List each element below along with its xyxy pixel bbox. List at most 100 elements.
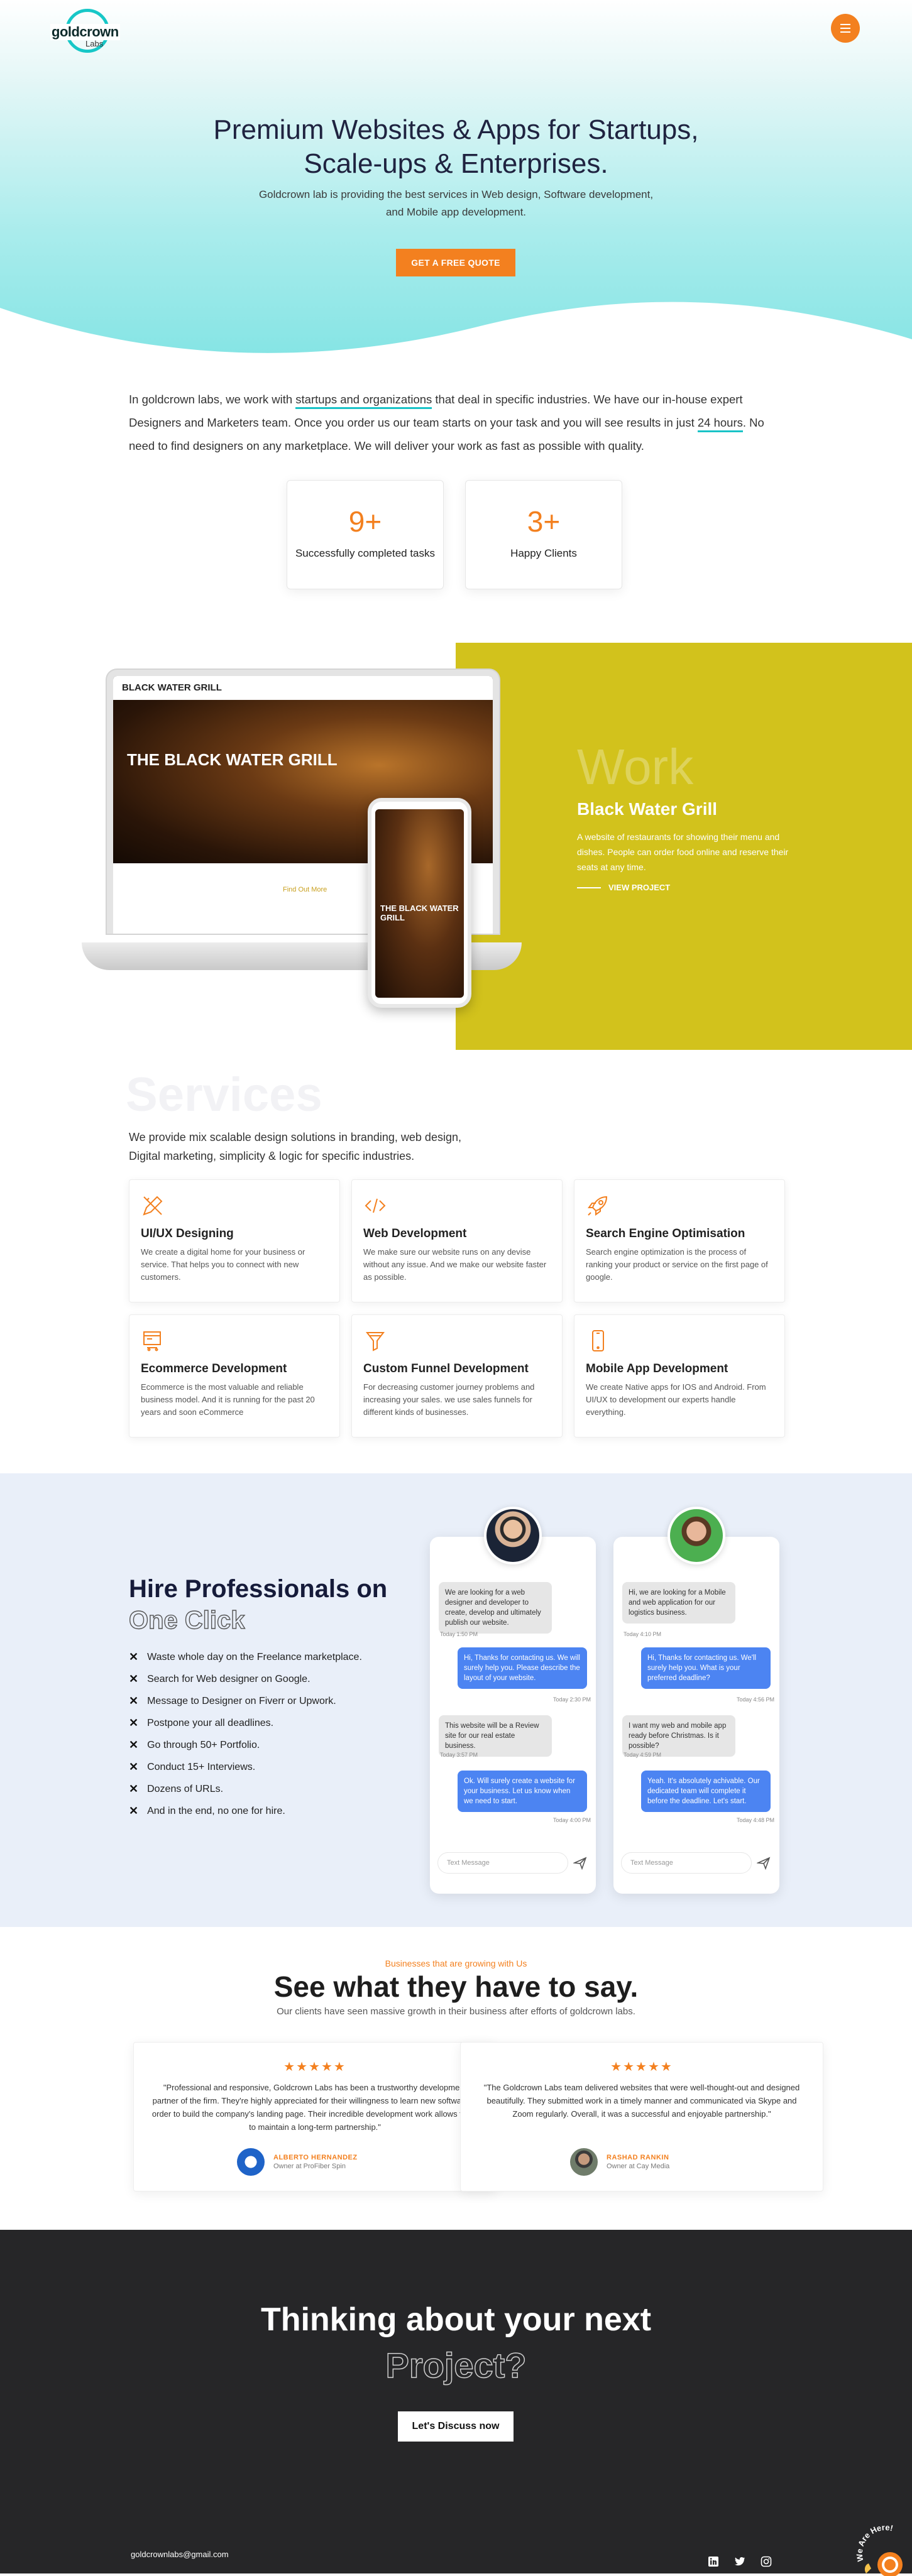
chat-timestamp: Today 4:48 PM — [737, 1817, 775, 1823]
footer-title: Thinking about your next — [260, 2301, 652, 2338]
testimonial-author: RASHAD RANKIN Owner at Cay Media — [570, 2148, 669, 2176]
chat-timestamp: Today 4:00 PM — [553, 1817, 591, 1823]
send-icon[interactable] — [573, 1856, 587, 1870]
message-input[interactable]: Text Message — [437, 1852, 568, 1874]
avatar — [484, 1507, 542, 1564]
stat-value: 3+ — [527, 505, 561, 538]
discuss-button[interactable]: Let's Discuss now — [398, 2411, 514, 2442]
testimonial-quote: "Professional and responsive, Goldcrown … — [151, 2083, 478, 2132]
footer-title-outline: Project? — [385, 2345, 527, 2386]
x-icon: ✕ — [129, 1738, 139, 1751]
instagram-icon[interactable] — [761, 2556, 772, 2567]
hero-wave-divider — [0, 302, 912, 377]
list-item-text: Search for Web designer on Google. — [147, 1673, 310, 1684]
mobile-icon — [592, 1330, 604, 1351]
view-project-link[interactable]: VIEW PROJECT — [577, 883, 670, 892]
chat-message-incoming: This website will be a Review site for o… — [439, 1715, 552, 1757]
list-item-text: Dozens of URLs. — [147, 1783, 224, 1794]
author-role: Owner at ProFiber Spin — [273, 2163, 346, 2170]
chat-window: Hi, we are looking for a Mobile and web … — [613, 1537, 779, 1894]
x-icon: ✕ — [129, 1804, 139, 1817]
services-section-word: Services — [126, 1068, 322, 1122]
we-are-here-badge[interactable]: We Are Here! — [855, 2519, 912, 2576]
list-item: ✕ Message to Designer on Fiverr or Upwork… — [129, 1690, 362, 1712]
service-description: We create a digital home for your busine… — [141, 1247, 305, 1282]
author-name: ALBERTO HERNANDEZ — [273, 2154, 358, 2161]
chat-message-incoming: Hi, we are looking for a Mobile and web … — [622, 1582, 735, 1624]
list-item-text: Message to Designer on Fiverr or Upwork. — [147, 1695, 336, 1706]
list-item: ✕ Search for Web designer on Google. — [129, 1668, 362, 1690]
list-item-text: Conduct 15+ Interviews. — [147, 1761, 256, 1772]
view-project-label: VIEW PROJECT — [608, 883, 671, 892]
stat-card: 9+ Successfully completed tasks — [287, 480, 444, 589]
chat-timestamp: Today 2:30 PM — [553, 1696, 591, 1703]
service-description: Search engine optimization is the proces… — [586, 1247, 768, 1282]
pencil-ruler-icon — [143, 1196, 163, 1216]
list-item-text: And in the end, no one for hire. — [147, 1805, 285, 1816]
logo-subtext: Labs — [85, 39, 104, 48]
list-item-text: Go through 50+ Portfolio. — [147, 1739, 260, 1750]
service-title: Custom Funnel Development — [363, 1362, 529, 1375]
menu-button[interactable] — [831, 14, 860, 43]
footer — [0, 2230, 912, 2573]
hero-section: goldcrown Labs Premium Websites & Apps f… — [0, 0, 912, 377]
stat-label: Happy Clients — [510, 547, 577, 559]
services-intro: We provide mix scalable design solutions… — [129, 1128, 519, 1165]
service-card[interactable]: Search Engine Optimisation Search engine… — [574, 1179, 785, 1302]
testimonial-card: ★★★★★ "Professional and responsive, Gold… — [133, 2042, 497, 2191]
hero-title-line1: Premium Websites & Apps for Startups, — [213, 114, 699, 145]
hire-pain-points: ✕ Waste whole day on the Freelance market… — [129, 1646, 362, 1822]
footer-email[interactable]: goldcrownlabs@gmail.com — [131, 2550, 229, 2559]
testimonials-subtitle: Our clients have seen massive growth in … — [277, 2006, 635, 2017]
twitter-icon[interactable] — [734, 2556, 745, 2567]
hamburger-icon-bar — [840, 28, 850, 29]
project-title: Black Water Grill — [577, 799, 718, 819]
chat-message-outgoing: Ok. Will surely create a website for you… — [458, 1771, 587, 1812]
hamburger-icon — [840, 24, 850, 25]
service-card[interactable]: Mobile App Development We create Native … — [574, 1314, 785, 1438]
service-title: UI/UX Designing — [141, 1227, 234, 1240]
rocket-icon — [588, 1196, 608, 1216]
linkedin-icon[interactable] — [708, 2556, 719, 2567]
hire-title: Hire Professionals on — [129, 1575, 388, 1603]
chat-timestamp: Today 4:59 PM — [624, 1752, 662, 1758]
service-card[interactable]: UI/UX Designing We create a digital home… — [129, 1179, 340, 1302]
list-item: ✕ Waste whole day on the Freelance market… — [129, 1646, 362, 1668]
mockup-hero-title: THE BLACK WATER GRILL — [127, 750, 338, 769]
work-section-word: Work — [577, 739, 694, 795]
service-title: Search Engine Optimisation — [586, 1227, 745, 1240]
hero-subtitle-line2: and Mobile app development. — [385, 206, 527, 218]
send-icon[interactable] — [757, 1856, 771, 1870]
intro-highlight: 24 hours — [697, 416, 743, 432]
x-icon: ✕ — [129, 1695, 139, 1707]
testimonials-title: See what they have to say. — [273, 1970, 639, 2003]
logo[interactable]: goldcrown Labs — [50, 9, 120, 53]
x-icon: ✕ — [129, 1782, 139, 1795]
service-card[interactable]: Web Development We make sure our website… — [351, 1179, 563, 1302]
hero-subtitle-line1: Goldcrown lab is providing the best serv… — [258, 188, 654, 200]
code-icon — [365, 1198, 386, 1213]
list-item: ✕ Go through 50+ Portfolio. — [129, 1734, 362, 1756]
service-description: Ecommerce is the most valuable and relia… — [141, 1382, 315, 1417]
intro-paragraph: In goldcrown labs, we work with startups… — [129, 388, 786, 457]
hero-title: Premium Websites & Apps for Startups, Sca… — [157, 113, 755, 181]
logo-text: goldcrown — [50, 24, 120, 40]
author-role: Owner at Cay Media — [607, 2163, 670, 2170]
message-input[interactable]: Text Message — [621, 1852, 752, 1874]
x-icon: ✕ — [129, 1760, 139, 1773]
cart-icon — [143, 1331, 161, 1351]
author-name: RASHAD RANKIN — [607, 2154, 669, 2161]
free-quote-button[interactable]: GET A FREE QUOTE — [396, 249, 515, 276]
star-rating: ★★★★★ — [610, 2060, 673, 2074]
service-card[interactable]: Ecommerce Development Ecommerce is the m… — [129, 1314, 340, 1438]
chat-message-outgoing: Hi, Thanks for contacting us. We'll sure… — [641, 1647, 771, 1689]
x-icon: ✕ — [129, 1716, 139, 1729]
chat-timestamp: Today 3:57 PM — [440, 1752, 478, 1758]
intro-highlight: startups and organizations — [295, 393, 432, 409]
service-title: Web Development — [363, 1227, 467, 1240]
service-card[interactable]: Custom Funnel Development For decreasing… — [351, 1314, 563, 1438]
x-icon: ✕ — [129, 1673, 139, 1685]
hero-subtitle: Goldcrown lab is providing the best serv… — [239, 186, 673, 221]
avatar — [570, 2148, 598, 2176]
funnel-icon — [365, 1332, 385, 1351]
